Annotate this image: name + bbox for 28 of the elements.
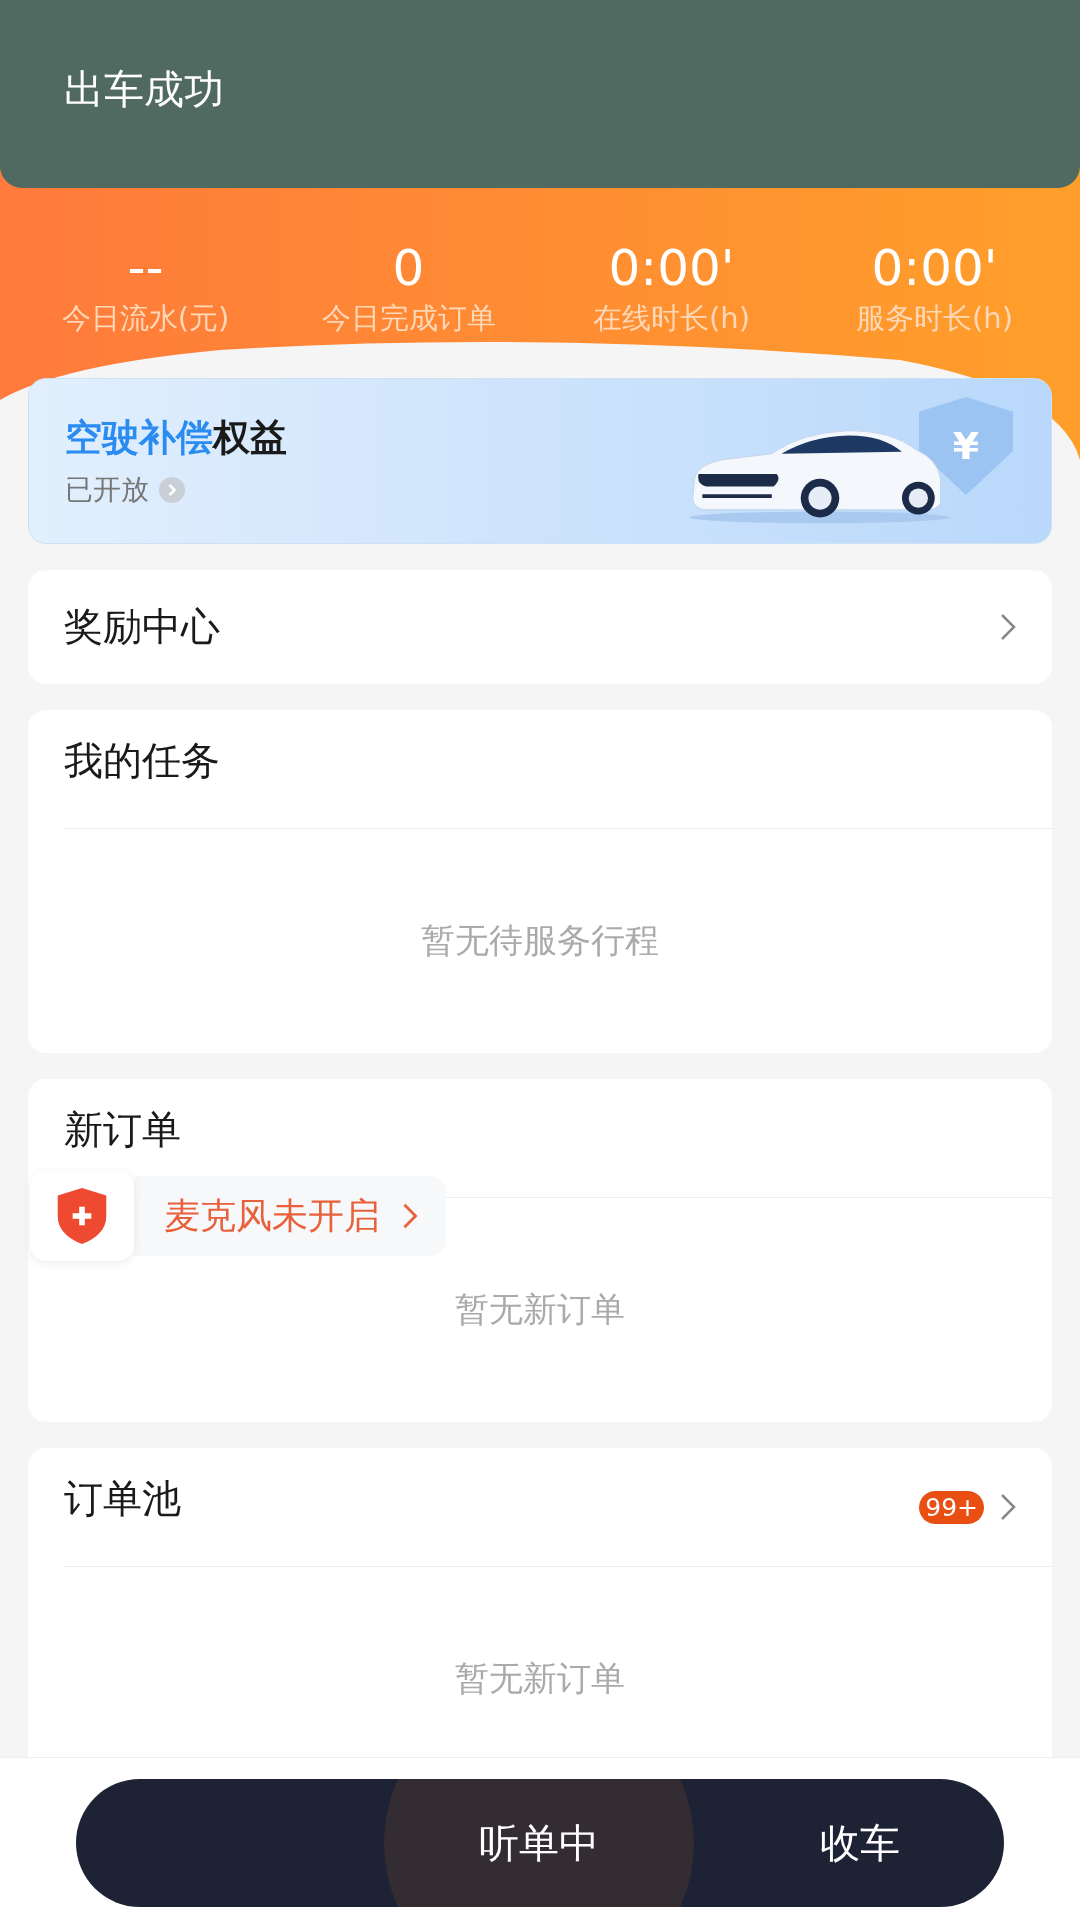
stat-value: 0: [392, 238, 425, 298]
stop-button[interactable]: 收车: [800, 1779, 920, 1907]
section-title: 订单池: [64, 1475, 181, 1523]
section-title: 新订单: [64, 1106, 181, 1154]
chevron-circle-icon: [159, 477, 185, 503]
count-badge: 99+: [919, 1490, 984, 1524]
shield-icon: ¥: [919, 397, 1013, 495]
stat-value: 0:00': [871, 238, 998, 298]
stat-value: --: [127, 238, 164, 298]
section-title: 我的任务: [64, 737, 220, 785]
chevron-right-icon[interactable]: [1000, 1493, 1016, 1521]
stat-label: 今日流水(元): [61, 300, 230, 337]
empty-message: 暂无待服务行程: [421, 919, 659, 962]
listening-button[interactable]: 听单中: [384, 1779, 694, 1907]
toast-message: 出车成功: [64, 64, 224, 114]
stat-value: 0:00': [608, 238, 735, 298]
empty-message: 暂无新订单: [455, 1657, 625, 1700]
reward-center-row[interactable]: 奖励中心: [28, 570, 1052, 684]
benefit-title: 空驶补偿权益: [65, 415, 287, 461]
chevron-right-icon: [402, 1203, 418, 1229]
benefit-status: 已开放: [65, 472, 149, 508]
section-title: 奖励中心: [64, 603, 220, 651]
stat-label: 在线时长(h): [593, 300, 750, 337]
chevron-right-icon: [1000, 613, 1016, 641]
benefit-card[interactable]: 空驶补偿权益 已开放 ¥: [28, 378, 1052, 544]
stat-label: 服务时长(h): [856, 300, 1013, 337]
empty-message: 暂无新订单: [455, 1288, 625, 1331]
stat-label: 今日完成订单: [321, 300, 496, 337]
